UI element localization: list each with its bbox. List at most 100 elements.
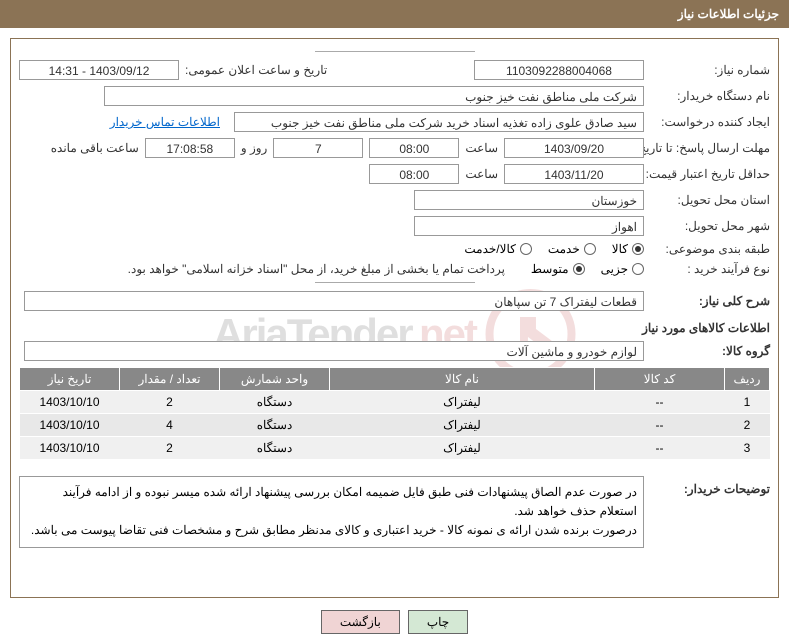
days-label: روز و [241, 141, 268, 155]
deadline-hour-field: 08:00 [369, 138, 459, 158]
deadline-hour-label: ساعت [465, 141, 498, 155]
radio-icon [573, 263, 585, 275]
category-radio-goods[interactable]: کالا [612, 242, 644, 256]
row-category: طبقه بندی موضوعی: کالا خدمت کالا/خدمت [19, 242, 770, 256]
radio-icon [632, 263, 644, 275]
province-label: استان محل تحویل: [650, 193, 770, 207]
row-summary: شرح کلی نیاز: قطعات لیفتراک 7 تن سپاهان [19, 291, 770, 311]
goods-info-title: اطلاعات کالاهای مورد نیاز [19, 321, 770, 335]
summary-field: قطعات لیفتراک 7 تن سپاهان [24, 291, 644, 311]
table-cell: لیفتراک [330, 391, 595, 414]
table-row: 3--لیفتراکدستگاه21403/10/10 [20, 437, 770, 460]
table-header-row: ردیف کد کالا نام کالا واحد شمارش تعداد /… [20, 368, 770, 391]
process-radio-group: جزیی متوسط [531, 262, 644, 276]
table-cell: 2 [120, 391, 220, 414]
validity-date-field: 1403/11/20 [504, 164, 644, 184]
group-label: گروه کالا: [650, 344, 770, 358]
top-divider [315, 51, 475, 52]
goods-table: ردیف کد کالا نام کالا واحد شمارش تعداد /… [19, 367, 770, 460]
table-cell: -- [595, 414, 725, 437]
group-field: لوازم خودرو و ماشین آلات [24, 341, 644, 361]
radio-label: جزیی [601, 262, 628, 276]
table-cell: 4 [120, 414, 220, 437]
table-row: 1--لیفتراکدستگاه21403/10/10 [20, 391, 770, 414]
main-panel: AriaTender.net شماره نیاز: 1103092288004… [10, 38, 779, 598]
remaining-label: ساعت باقی مانده [51, 141, 139, 155]
th-name: نام کالا [330, 368, 595, 391]
validity-label: حداقل تاریخ اعتبار قیمت: تا تاریخ: [650, 167, 770, 181]
th-row: ردیف [725, 368, 770, 391]
row-creator: ایجاد کننده درخواست: سید صادق علوی زاده … [19, 112, 770, 132]
process-label: نوع فرآیند خرید : [650, 262, 770, 276]
page-header: جزئیات اطلاعات نیاز [0, 0, 789, 28]
table-cell: 1403/10/10 [20, 437, 120, 460]
radio-label: کالا [612, 242, 628, 256]
row-validity: حداقل تاریخ اعتبار قیمت: تا تاریخ: 1403/… [19, 164, 770, 184]
process-note: پرداخت تمام یا بخشی از مبلغ خرید، از محل… [128, 262, 505, 276]
category-radio-service[interactable]: خدمت [548, 242, 596, 256]
buyer-notes-box: در صورت عدم الصاق پیشنهادات فنی طبق فایل… [19, 476, 644, 548]
table-cell: دستگاه [220, 437, 330, 460]
radio-icon [632, 243, 644, 255]
city-field: اهواز [414, 216, 644, 236]
radio-icon [584, 243, 596, 255]
category-radio-group: کالا خدمت کالا/خدمت [464, 242, 644, 256]
days-remaining-field: 7 [273, 138, 363, 158]
table-cell: دستگاه [220, 391, 330, 414]
table-row: 2--لیفتراکدستگاه41403/10/10 [20, 414, 770, 437]
process-radio-minor[interactable]: جزیی [601, 262, 644, 276]
table-cell: دستگاه [220, 414, 330, 437]
announce-label: تاریخ و ساعت اعلان عمومی: [185, 63, 327, 77]
buyer-field: شرکت ملی مناطق نفت خیز جنوب [104, 86, 644, 106]
buyer-contact-link[interactable]: اطلاعات تماس خریدار [110, 115, 220, 129]
buyer-notes-label: توضیحات خریدار: [650, 468, 770, 496]
th-code: کد کالا [595, 368, 725, 391]
back-button[interactable]: بازگشت [321, 610, 400, 634]
mid-divider [315, 282, 475, 283]
table-cell: 3 [725, 437, 770, 460]
page-title: جزئیات اطلاعات نیاز [678, 7, 779, 21]
table-cell: 1403/10/10 [20, 414, 120, 437]
radio-icon [520, 243, 532, 255]
table-cell: لیفتراک [330, 414, 595, 437]
radio-label: خدمت [548, 242, 580, 256]
radio-label: کالا/خدمت [464, 242, 515, 256]
table-cell: 2 [725, 414, 770, 437]
city-label: شهر محل تحویل: [650, 219, 770, 233]
row-group: گروه کالا: لوازم خودرو و ماشین آلات [19, 341, 770, 361]
row-city: شهر محل تحویل: اهواز [19, 216, 770, 236]
table-cell: 1 [725, 391, 770, 414]
radio-label: متوسط [531, 262, 569, 276]
category-radio-both[interactable]: کالا/خدمت [464, 242, 531, 256]
validity-hour-label: ساعت [465, 167, 498, 181]
table-cell: -- [595, 391, 725, 414]
row-buyer-notes: توضیحات خریدار: در صورت عدم الصاق پیشنها… [19, 468, 770, 548]
deadline-label: مهلت ارسال پاسخ: تا تاریخ: [650, 141, 770, 155]
th-unit: واحد شمارش [220, 368, 330, 391]
table-cell: 2 [120, 437, 220, 460]
row-province: استان محل تحویل: خوزستان [19, 190, 770, 210]
form-area: شماره نیاز: 1103092288004068 تاریخ و ساع… [19, 60, 770, 548]
process-radio-medium[interactable]: متوسط [531, 262, 585, 276]
table-cell: -- [595, 437, 725, 460]
th-date: تاریخ نیاز [20, 368, 120, 391]
creator-field: سید صادق علوی زاده تغذیه اسناد خرید شرکت… [234, 112, 644, 132]
province-field: خوزستان [414, 190, 644, 210]
row-process: نوع فرآیند خرید : جزیی متوسط پرداخت تمام… [19, 262, 770, 276]
time-remaining-field: 17:08:58 [145, 138, 235, 158]
table-cell: لیفتراک [330, 437, 595, 460]
table-cell: 1403/10/10 [20, 391, 120, 414]
button-row: چاپ بازگشت [0, 610, 789, 634]
announce-field: 1403/09/12 - 14:31 [19, 60, 179, 80]
th-qty: تعداد / مقدار [120, 368, 220, 391]
print-button[interactable]: چاپ [408, 610, 468, 634]
deadline-date-field: 1403/09/20 [504, 138, 644, 158]
summary-label: شرح کلی نیاز: [650, 294, 770, 308]
row-need-number: شماره نیاز: 1103092288004068 تاریخ و ساع… [19, 60, 770, 80]
row-buyer: نام دستگاه خریدار: شرکت ملی مناطق نفت خی… [19, 86, 770, 106]
need-number-label: شماره نیاز: [650, 63, 770, 77]
row-deadline: مهلت ارسال پاسخ: تا تاریخ: 1403/09/20 سا… [19, 138, 770, 158]
category-label: طبقه بندی موضوعی: [650, 242, 770, 256]
creator-label: ایجاد کننده درخواست: [650, 115, 770, 129]
need-number-field: 1103092288004068 [474, 60, 644, 80]
